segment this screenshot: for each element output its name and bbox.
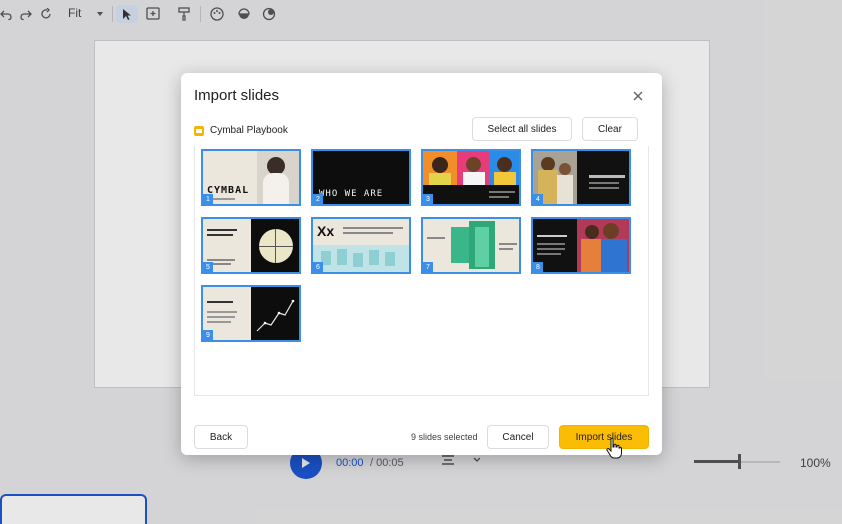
slide-thumbnail-grid: CYMBAL 1 WHO WE ARE 2 3 4 5 Xx 6 7 8 9 <box>194 146 649 396</box>
close-icon <box>633 91 643 101</box>
slide-number-badge: 8 <box>533 262 543 272</box>
slide-thumbnail-8[interactable]: 8 <box>531 217 631 274</box>
slide-thumbnail-7[interactable]: 7 <box>421 217 521 274</box>
cancel-button[interactable]: Cancel <box>487 425 549 449</box>
file-name: Cymbal Playbook <box>210 125 288 136</box>
slide-thumbnail-1[interactable]: CYMBAL 1 <box>201 149 301 206</box>
slide-thumbnail-6[interactable]: Xx 6 <box>311 217 411 274</box>
slide-number-badge: 3 <box>423 194 433 204</box>
slide-heading: CYMBAL <box>207 185 250 196</box>
select-all-slides-button[interactable]: Select all slides <box>472 117 572 141</box>
slide-number-badge: 7 <box>423 262 433 272</box>
source-file: Cymbal Playbook <box>194 125 288 136</box>
slide-number-badge: 4 <box>533 194 543 204</box>
slide-thumbnail-4[interactable]: 4 <box>531 149 631 206</box>
hand-cursor-icon <box>606 437 622 459</box>
slide-number-badge: 9 <box>203 330 213 340</box>
import-slides-button[interactable]: Import slides <box>559 425 649 449</box>
slide-heading: WHO WE ARE <box>319 189 384 199</box>
close-button[interactable] <box>631 89 645 103</box>
slides-file-icon <box>194 125 204 136</box>
dialog-title: Import slides <box>194 87 280 104</box>
slide-number-badge: 1 <box>203 194 213 204</box>
slide-number-badge: 2 <box>313 194 323 204</box>
clear-button[interactable]: Clear <box>582 117 638 141</box>
slide-thumbnail-5[interactable]: 5 <box>201 217 301 274</box>
back-button[interactable]: Back <box>194 425 248 449</box>
selection-status: 9 slides selected <box>411 432 478 442</box>
slide-thumbnail-2[interactable]: WHO WE ARE 2 <box>311 149 411 206</box>
line-graphic <box>256 299 295 332</box>
slide-number-badge: 6 <box>313 262 323 272</box>
slide-number-badge: 5 <box>203 262 213 272</box>
slide-heading: Xx <box>317 223 335 239</box>
import-slides-dialog: Import slides Cymbal Playbook Select all… <box>181 73 662 455</box>
slide-thumbnail-9[interactable]: 9 <box>201 285 301 342</box>
slide-thumbnail-3[interactable]: 3 <box>421 149 521 206</box>
